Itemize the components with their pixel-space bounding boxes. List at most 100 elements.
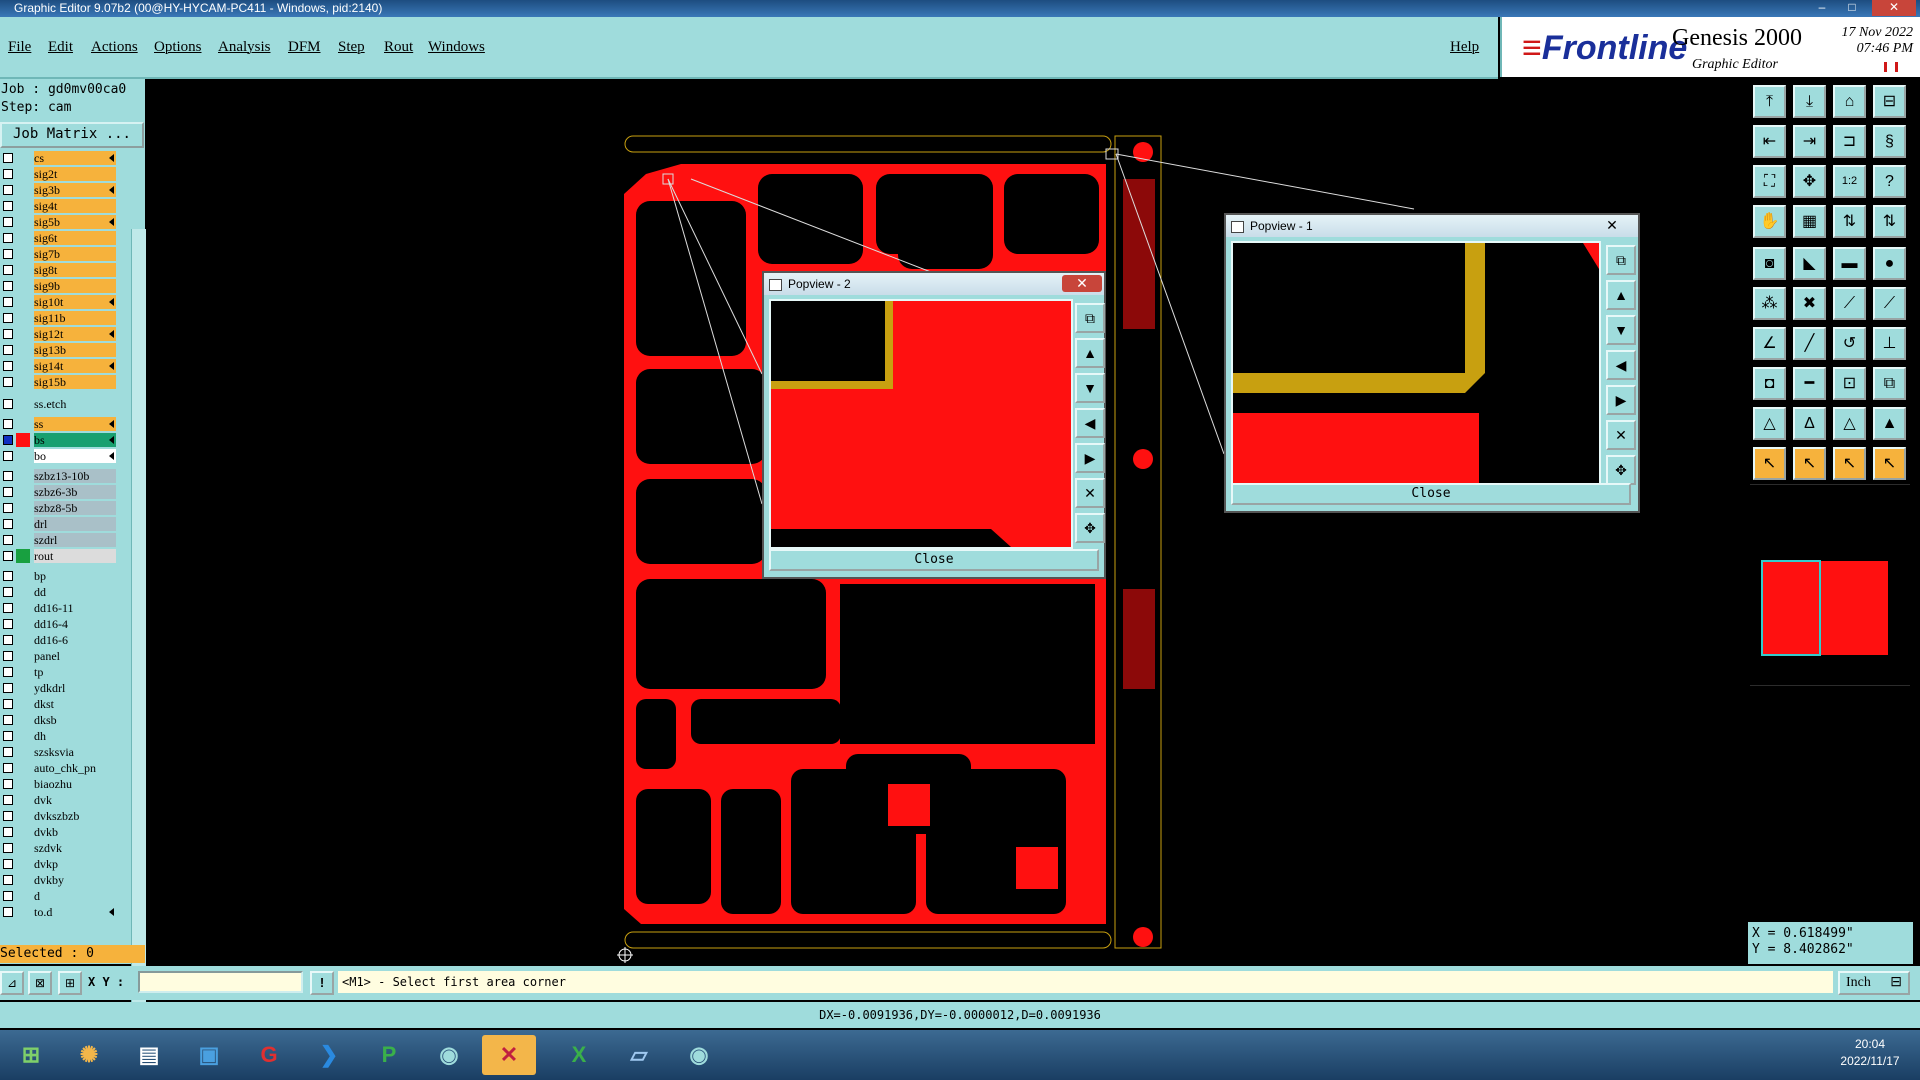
layer-checkbox[interactable] xyxy=(3,699,13,709)
menu-options[interactable]: Options xyxy=(154,39,202,56)
center-icon[interactable]: ✥ xyxy=(1793,165,1826,198)
layer-row-ydkdrl[interactable]: ydkdrl xyxy=(0,681,118,695)
layer-row-sig10t[interactable]: sig10t xyxy=(0,295,118,309)
taskbar-app-explorer-icon[interactable]: ▱ xyxy=(612,1035,666,1075)
layer-checkbox[interactable] xyxy=(3,635,13,645)
taskbar-app-save-icon[interactable]: ▣ xyxy=(182,1035,236,1075)
zoom-in-icon[interactable]: ✕ xyxy=(1075,478,1105,508)
layer-row-sig2t[interactable]: sig2t xyxy=(0,167,118,181)
layer-checkbox[interactable] xyxy=(3,201,13,211)
start-button[interactable]: ⊞ xyxy=(4,1035,58,1075)
layer-row-dvkby[interactable]: dvkby xyxy=(0,873,118,887)
multi-box-icon[interactable]: ⧉ xyxy=(1873,367,1906,400)
layer-checkbox[interactable] xyxy=(3,399,13,409)
layer-row-drl[interactable]: drl xyxy=(0,517,118,531)
layer-row-sig12t[interactable]: sig12t xyxy=(0,327,118,341)
layer-checkbox[interactable] xyxy=(3,471,13,481)
graphic-canvas[interactable]: Popview - 2 ✕ ⧉ ▲ ▼ ◀ ▶ ✕ ✥ Close Popvie… xyxy=(146,79,1748,965)
pan-up-icon[interactable]: ▲ xyxy=(1606,280,1636,310)
pan-right-icon[interactable]: ▶ xyxy=(1606,385,1636,415)
layer-row-sig3b[interactable]: sig3b xyxy=(0,183,118,197)
layer-row-ss[interactable]: ss xyxy=(0,417,118,431)
layer-row-dkst[interactable]: dkst xyxy=(0,697,118,711)
layer-checkbox[interactable] xyxy=(3,747,13,757)
help-icon[interactable]: ? xyxy=(1873,165,1906,198)
minus-red-icon[interactable]: ━ xyxy=(1793,367,1826,400)
pan-left-icon[interactable]: ◀ xyxy=(1606,350,1636,380)
layer-row-dd16-4[interactable]: dd16-4 xyxy=(0,617,118,631)
popview-1-close-button[interactable]: Close xyxy=(1231,483,1631,505)
layer-row-dd16-6[interactable]: dd16-6 xyxy=(0,633,118,647)
layer-row-sig14t[interactable]: sig14t xyxy=(0,359,118,373)
layer-checkbox[interactable] xyxy=(3,185,13,195)
layer-checkbox[interactable] xyxy=(3,571,13,581)
pointer-multi-icon[interactable]: ↖ xyxy=(1873,447,1906,480)
layer-checkbox[interactable] xyxy=(3,715,13,725)
pad-icon[interactable]: ◙ xyxy=(1753,247,1786,280)
line-angle-icon[interactable]: ◣ xyxy=(1793,247,1826,280)
move-down-icon[interactable]: ⤓ xyxy=(1793,85,1826,118)
taskbar-app-blue-icon[interactable]: ❯ xyxy=(302,1035,356,1075)
taskbar-app-red-icon[interactable]: G xyxy=(242,1035,296,1075)
scale-1-2-icon[interactable]: 1:2 xyxy=(1833,165,1866,198)
layer-checkbox[interactable] xyxy=(3,811,13,821)
grid-icon[interactable]: ▦ xyxy=(1793,205,1826,238)
zoom-out-icon[interactable]: ✥ xyxy=(1075,513,1105,543)
layer-checkbox[interactable] xyxy=(3,249,13,259)
snap-red-icon[interactable]: ⇅ xyxy=(1873,205,1906,238)
layer-checkbox[interactable] xyxy=(3,827,13,837)
layer-row-panel[interactable]: panel xyxy=(0,649,118,663)
layer-checkbox[interactable] xyxy=(3,451,13,461)
popview-2-close-button[interactable]: Close xyxy=(769,549,1099,571)
job-matrix-button[interactable]: Job Matrix ... xyxy=(0,122,144,148)
layer-checkbox[interactable] xyxy=(3,731,13,741)
layer-checkbox[interactable] xyxy=(3,907,13,917)
layer-checkbox[interactable] xyxy=(3,551,13,561)
layer-row-rout[interactable]: rout xyxy=(0,549,118,563)
layer-checkbox[interactable] xyxy=(3,265,13,275)
layout-icon[interactable]: ⊟ xyxy=(1873,85,1906,118)
popview-2-close-icon[interactable]: ✕ xyxy=(1062,275,1102,292)
taskbar-app-cam2-icon[interactable]: ◉ xyxy=(672,1035,726,1075)
layer-checkbox[interactable] xyxy=(3,329,13,339)
connect-box-icon[interactable]: ⊡ xyxy=(1833,367,1866,400)
menu-rout[interactable]: Rout xyxy=(384,39,413,56)
select-mode-icon[interactable]: ⊿ xyxy=(0,971,24,995)
cross-node-icon[interactable]: ✖ xyxy=(1793,287,1826,320)
zoom-home-icon[interactable]: ⧉ xyxy=(1606,245,1636,275)
layer-checkbox[interactable] xyxy=(3,435,13,445)
layer-row-dd16-11[interactable]: dd16-11 xyxy=(0,601,118,615)
dot-icon[interactable]: ● xyxy=(1873,247,1906,280)
layer-row-auto_chk_pn[interactable]: auto_chk_pn xyxy=(0,761,118,775)
layer-row-to.d[interactable]: to.d xyxy=(0,905,118,919)
node-icon[interactable]: ⁂ xyxy=(1753,287,1786,320)
layer-row-sig7b[interactable]: sig7b xyxy=(0,247,118,261)
pointer-icon[interactable]: ↖ xyxy=(1753,447,1786,480)
layer-row-sig8t[interactable]: sig8t xyxy=(0,263,118,277)
layer-row-bs[interactable]: bs xyxy=(0,433,118,447)
taskbar-app-excel-icon[interactable]: X xyxy=(552,1035,606,1075)
layer-scrollbar[interactable] xyxy=(131,229,146,1019)
xy-input[interactable] xyxy=(138,971,303,993)
layer-checkbox[interactable] xyxy=(3,859,13,869)
triangle-icon[interactable]: △ xyxy=(1753,407,1786,440)
layer-checkbox[interactable] xyxy=(3,233,13,243)
layer-checkbox[interactable] xyxy=(3,519,13,529)
pointer-edit-icon[interactable]: ↖ xyxy=(1833,447,1866,480)
layer-checkbox[interactable] xyxy=(3,297,13,307)
layer-row-dksb[interactable]: dksb xyxy=(0,713,118,727)
layer-checkbox[interactable] xyxy=(3,763,13,773)
triangle-blue-icon[interactable]: △ xyxy=(1833,407,1866,440)
layer-checkbox[interactable] xyxy=(3,169,13,179)
menu-analysis[interactable]: Analysis xyxy=(218,39,271,56)
layer-row-bo[interactable]: bo xyxy=(0,449,118,463)
layer-checkbox[interactable] xyxy=(3,217,13,227)
layer-checkbox[interactable] xyxy=(3,779,13,789)
layer-row-sig4t[interactable]: sig4t xyxy=(0,199,118,213)
zoom-out-icon[interactable]: ✥ xyxy=(1606,455,1636,485)
menu-help[interactable]: Help xyxy=(1450,39,1479,56)
layer-row-sig11b[interactable]: sig11b xyxy=(0,311,118,325)
grid-mode-icon[interactable]: ⊞ xyxy=(58,971,82,995)
connect-icon[interactable]: ⟋ xyxy=(1833,287,1866,320)
arc-icon[interactable]: ↺ xyxy=(1833,327,1866,360)
